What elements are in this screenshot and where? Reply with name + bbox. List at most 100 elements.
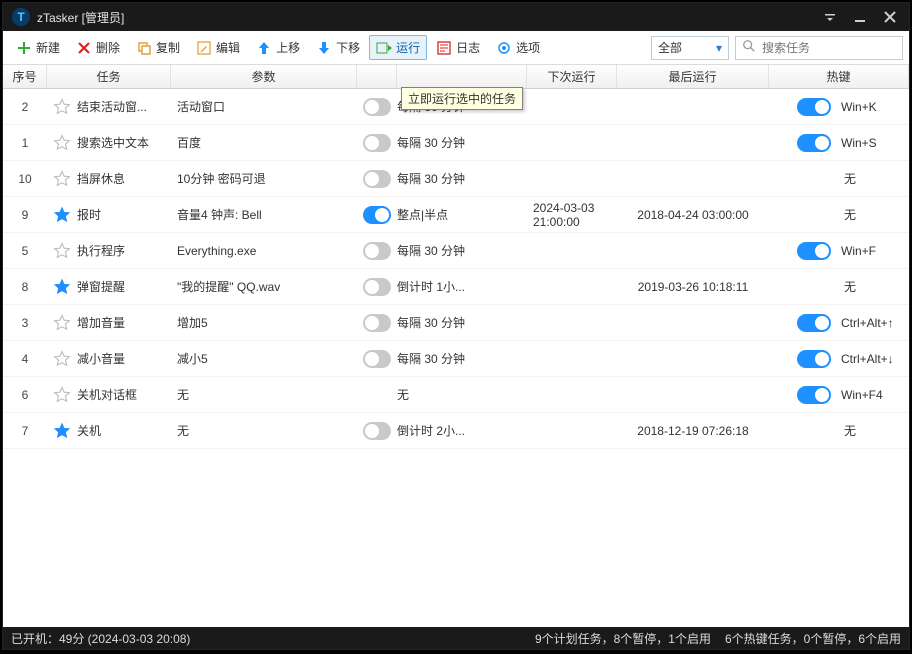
hotkey-toggle[interactable]	[797, 386, 831, 404]
cell-enable	[357, 206, 397, 224]
table-row[interactable]: 6关机对话框无无Win+F4	[3, 377, 909, 413]
filter-label: 全部	[658, 39, 682, 56]
star-icon[interactable]	[53, 170, 71, 188]
task-name: 减小音量	[77, 350, 125, 367]
table-row[interactable]: 5执行程序Everything.exe每隔 30 分钟Win+F	[3, 233, 909, 269]
delete-button[interactable]: 删除	[69, 35, 127, 60]
edit-button[interactable]: 编辑	[189, 35, 247, 60]
col-idx[interactable]: 序号	[3, 65, 47, 88]
minimize-button[interactable]	[845, 7, 875, 27]
close-button[interactable]	[875, 7, 905, 27]
cell-idx: 4	[3, 352, 47, 366]
app-window: T zTasker [管理员] 新建 删除 复制 编辑 上移 下移 运行 日志 …	[2, 2, 910, 650]
search-input[interactable]	[762, 41, 896, 55]
task-name: 结束活动窗...	[77, 98, 147, 115]
cell-last: 2018-12-19 07:26:18	[617, 424, 769, 438]
star-icon[interactable]	[53, 206, 71, 224]
cell-last: 2019-03-26 10:18:11	[617, 280, 769, 294]
enable-toggle[interactable]	[363, 242, 391, 260]
table-row[interactable]: 7关机无倒计时 2小...2018-12-19 07:26:18无	[3, 413, 909, 449]
col-sched[interactable]	[397, 65, 527, 88]
star-icon[interactable]	[53, 98, 71, 116]
gear-icon	[496, 40, 512, 56]
cell-idx: 9	[3, 208, 47, 222]
cell-sched: 每隔 30 分钟	[397, 170, 527, 187]
cell-sched: 整点|半点	[397, 206, 527, 223]
hotkey-toggle[interactable]	[797, 242, 831, 260]
cell-param: 减小5	[171, 350, 357, 367]
cell-last: 2018-04-24 03:00:00	[617, 208, 769, 222]
cell-sched: 每隔 30 分钟	[397, 242, 527, 259]
task-name: 执行程序	[77, 242, 125, 259]
status-summary2: 6个热键任务，0个暂停，6个启用	[725, 630, 901, 647]
cell-idx: 3	[3, 316, 47, 330]
cell-hotkey: Win+K	[769, 98, 909, 116]
play-icon	[376, 40, 392, 56]
star-icon[interactable]	[53, 386, 71, 404]
cell-param: 音量4 钟声: Bell	[171, 206, 357, 223]
cell-hotkey: 无	[769, 422, 909, 439]
star-icon[interactable]	[53, 422, 71, 440]
star-icon[interactable]	[53, 314, 71, 332]
cell-task: 关机	[47, 422, 171, 440]
col-last[interactable]: 最后运行	[617, 65, 769, 88]
hotkey-text: Win+K	[841, 100, 877, 114]
run-tooltip: 立即运行选中的任务	[401, 87, 523, 110]
star-icon[interactable]	[53, 134, 71, 152]
cell-task: 搜索选中文本	[47, 134, 171, 152]
hotkey-toggle[interactable]	[797, 314, 831, 332]
table-row[interactable]: 4减小音量减小5每隔 30 分钟Ctrl+Alt+↓	[3, 341, 909, 377]
filter-dropdown[interactable]: 全部 ▾	[651, 36, 729, 60]
cell-idx: 1	[3, 136, 47, 150]
search-box[interactable]	[735, 36, 903, 60]
col-param[interactable]: 参数	[171, 65, 357, 88]
table-row[interactable]: 9 报时 音量4 钟声: Bell 整点|半点2024-03-03 21:00:002…	[3, 197, 909, 233]
hotkey-toggle[interactable]	[797, 350, 831, 368]
col-enable[interactable]	[357, 65, 397, 88]
star-icon[interactable]	[53, 350, 71, 368]
movedown-button[interactable]: 下移	[309, 35, 367, 60]
cell-task: 增加音量	[47, 314, 171, 332]
enable-toggle[interactable]	[363, 314, 391, 332]
hotkey-text: Ctrl+Alt+↓	[841, 352, 894, 366]
table-row[interactable]: 10挡屏休息10分钟 密码可退每隔 30 分钟无	[3, 161, 909, 197]
task-name: 弹窗提醒	[77, 278, 125, 295]
col-next[interactable]: 下次运行	[527, 65, 617, 88]
hotkey-toggle[interactable]	[797, 98, 831, 116]
enable-toggle[interactable]	[363, 422, 391, 440]
enable-toggle[interactable]	[363, 206, 391, 224]
cell-enable	[357, 170, 397, 188]
enable-toggle[interactable]	[363, 134, 391, 152]
star-icon[interactable]	[53, 278, 71, 296]
enable-toggle[interactable]	[363, 98, 391, 116]
star-icon[interactable]	[53, 242, 71, 260]
cell-enable	[357, 242, 397, 260]
cell-hotkey: 无	[769, 170, 909, 187]
hotkey-toggle[interactable]	[797, 134, 831, 152]
moveup-button[interactable]: 上移	[249, 35, 307, 60]
cell-idx: 5	[3, 244, 47, 258]
hotkey-text: 无	[844, 422, 856, 439]
cell-next: 2024-03-03 21:00:00	[527, 201, 617, 229]
cell-hotkey: Win+F4	[769, 386, 909, 404]
task-name: 关机对话框	[77, 386, 137, 403]
enable-toggle[interactable]	[363, 278, 391, 296]
table-row[interactable]: 8弹窗提醒"我的提醒" QQ.wav倒计时 1小...2019-03-26 10…	[3, 269, 909, 305]
log-button[interactable]: 日志	[429, 35, 487, 60]
copy-icon	[136, 40, 152, 56]
table-row[interactable]: 1搜索选中文本百度每隔 30 分钟Win+S	[3, 125, 909, 161]
options-button[interactable]: 选项	[489, 35, 547, 60]
run-button[interactable]: 运行	[369, 35, 427, 60]
enable-toggle[interactable]	[363, 170, 391, 188]
new-button[interactable]: 新建	[9, 35, 67, 60]
enable-toggle[interactable]	[363, 350, 391, 368]
task-name: 报时	[77, 206, 101, 223]
cell-param: 无	[171, 422, 357, 439]
col-task[interactable]: 任务	[47, 65, 171, 88]
col-hotkey[interactable]: 热键	[769, 65, 909, 88]
copy-button[interactable]: 复制	[129, 35, 187, 60]
dropdown-menu-button[interactable]	[815, 7, 845, 27]
cell-sched: 倒计时 2小...	[397, 422, 527, 439]
table-row[interactable]: 3增加音量增加5每隔 30 分钟Ctrl+Alt+↑	[3, 305, 909, 341]
cell-hotkey: 无	[769, 206, 909, 223]
